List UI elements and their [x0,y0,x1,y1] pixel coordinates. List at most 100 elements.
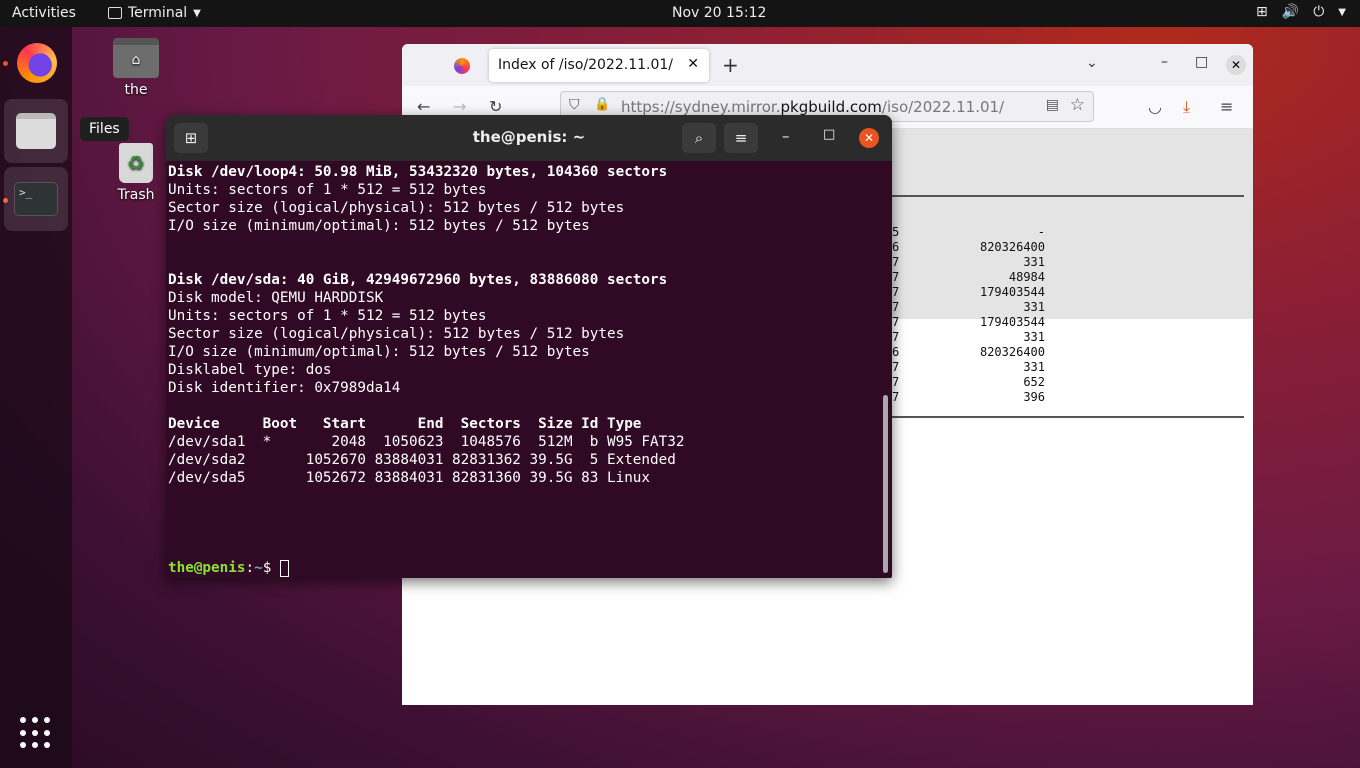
files-icon [16,113,56,149]
app-menu-icon[interactable]: ≡ [1220,97,1233,116]
tab-title: Index of /iso/2022.11.01/ [498,57,673,73]
system-tray[interactable]: ⊞ 🔊 ⏻ ▼ [1256,4,1346,20]
listing-cell-date: 7 [892,360,900,374]
home-icon: ⌂ [113,38,159,78]
volume-icon[interactable]: 🔊 [1282,4,1299,20]
listing-cell-date: 7 [892,330,900,344]
reload-icon[interactable]: ↻ [489,97,502,116]
reader-view-icon[interactable]: ▤ [1046,97,1059,113]
listing-cell-size: 396 [1023,390,1045,404]
list-all-tabs-button[interactable]: ⌄ [1086,55,1098,71]
shell-prompt[interactable]: the@penis:~$ [168,559,880,577]
terminal-line: I/O size (minimum/optimal): 512 bytes / … [168,344,590,360]
terminal-line: Sector size (logical/physical): 512 byte… [168,200,625,216]
dock-firefox[interactable] [4,31,68,95]
top-bar: Activities Terminal ▼ Nov 20 15:12 ⊞ 🔊 ⏻… [0,0,1360,27]
hamburger-menu-icon[interactable]: ≡ [724,123,758,153]
listing-cell-date: 5 [892,225,900,239]
tab-bar: Index of /iso/2022.11.01/ ✕ + ⌄ – □ ✕ [402,44,1253,86]
url-text[interactable]: https://sydney.mirror.pkgbuild.com/iso/2… [621,98,1004,116]
lock-icon[interactable]: 🔒 [594,97,610,112]
terminal-headerbar: ⊞ the@penis: ~ ⌕ ≡ – □ ✕ [166,115,892,161]
listing-cell-date: 7 [892,285,900,299]
power-icon[interactable]: ⏻ [1313,4,1324,20]
firefox-view-icon[interactable] [454,58,470,74]
terminal-line: Sector size (logical/physical): 512 byte… [168,326,625,342]
terminal-app-icon [108,7,122,19]
listing-cell-date: 7 [892,390,900,404]
dock-terminal[interactable]: >_ [4,167,68,231]
terminal-output[interactable]: Disk /dev/loop4: 50.98 MiB, 53432320 byt… [168,163,880,577]
chevron-down-icon[interactable]: ▼ [1338,4,1346,20]
terminal-line: /dev/sda1 * 2048 1050623 1048576 512M b … [168,434,685,450]
listing-cell-size: 331 [1023,300,1045,314]
terminal-line: Units: sectors of 1 * 512 = 512 bytes [168,308,487,324]
minimize-button[interactable]: – [782,127,790,145]
back-icon[interactable]: ← [417,97,430,116]
terminal-line: Disk identifier: 0x7989da14 [168,380,401,396]
listing-cell-date: 7 [892,300,900,314]
terminal-line: Units: sectors of 1 * 512 = 512 bytes [168,182,487,198]
downloads-icon[interactable]: ⤓ [1183,97,1190,117]
pocket-icon[interactable]: ◡ [1148,97,1162,116]
desktop-trash-label: Trash [117,187,155,203]
dock: >_ [0,27,72,768]
bookmark-star-icon[interactable]: ☆ [1070,95,1085,115]
show-applications-button[interactable] [20,717,52,749]
network-icon[interactable]: ⊞ [1256,4,1268,20]
maximize-button[interactable]: □ [823,127,835,142]
listing-cell-size: 331 [1023,330,1045,344]
listing-cell-size: 331 [1023,360,1045,374]
shield-icon[interactable]: ⛉ [569,97,580,113]
terminal-icon: >_ [14,182,58,216]
dock-tooltip: Files [80,117,129,141]
listing-cell-date: 7 [892,375,900,389]
activities-button[interactable]: Activities [12,5,76,21]
minimize-button[interactable]: – [1161,54,1168,70]
listing-cell-size: 652 [1023,375,1045,389]
desktop-trash[interactable]: ♻ Trash [106,143,166,203]
listing-cell-date: 7 [892,255,900,269]
terminal-window: ⊞ the@penis: ~ ⌕ ≡ – □ ✕ Disk /dev/loop4… [166,115,892,578]
close-tab-icon[interactable]: ✕ [687,56,699,72]
listing-cell-size: - [1037,225,1045,239]
text-cursor [279,559,289,577]
listing-cell-size: 331 [1023,255,1045,269]
listing-cell-size: 179403544 [979,285,1045,299]
close-window-button[interactable]: ✕ [859,128,879,148]
firefox-icon [17,43,57,83]
close-window-button[interactable]: ✕ [1226,55,1246,75]
listing-cell-size: 179403544 [979,315,1045,329]
terminal-line: Disk model: QEMU HARDDISK [168,290,384,306]
app-menu[interactable]: Terminal ▼ [108,5,201,21]
listing-cell-size: 48984 [1008,270,1045,284]
desktop-home-folder[interactable]: ⌂ the [106,38,166,98]
listing-cell-size: 820326400 [979,240,1045,254]
dock-files[interactable] [4,99,68,163]
listing-cell-size: 820326400 [979,345,1045,359]
terminal-line: I/O size (minimum/optimal): 512 bytes / … [168,218,590,234]
trash-icon: ♻ [119,143,153,183]
clock[interactable]: Nov 20 15:12 [672,5,766,21]
listing-cell-date: 7 [892,270,900,284]
terminal-line: /dev/sda2 1052670 83884031 82831362 39.5… [168,452,676,468]
terminal-line: /dev/sda5 1052672 83884031 82831360 39.5… [168,470,651,486]
terminal-line: Disk /dev/loop4: 50.98 MiB, 53432320 byt… [168,164,668,180]
desktop-home-label: the [124,82,148,98]
scrollbar[interactable] [883,395,888,573]
app-menu-label: Terminal [128,5,188,21]
maximize-button[interactable]: □ [1195,54,1208,70]
forward-icon[interactable]: → [453,97,466,116]
new-tab-button[interactable]: + [722,53,739,77]
terminal-line: Disk /dev/sda: 40 GiB, 42949672960 bytes… [168,272,668,288]
listing-cell-date: 6 [892,345,900,359]
terminal-line: Device Boot Start End Sectors Size Id Ty… [168,416,642,432]
browser-tab[interactable]: Index of /iso/2022.11.01/ ✕ [489,49,709,82]
listing-cell-date: 7 [892,315,900,329]
search-icon[interactable]: ⌕ [682,123,716,153]
